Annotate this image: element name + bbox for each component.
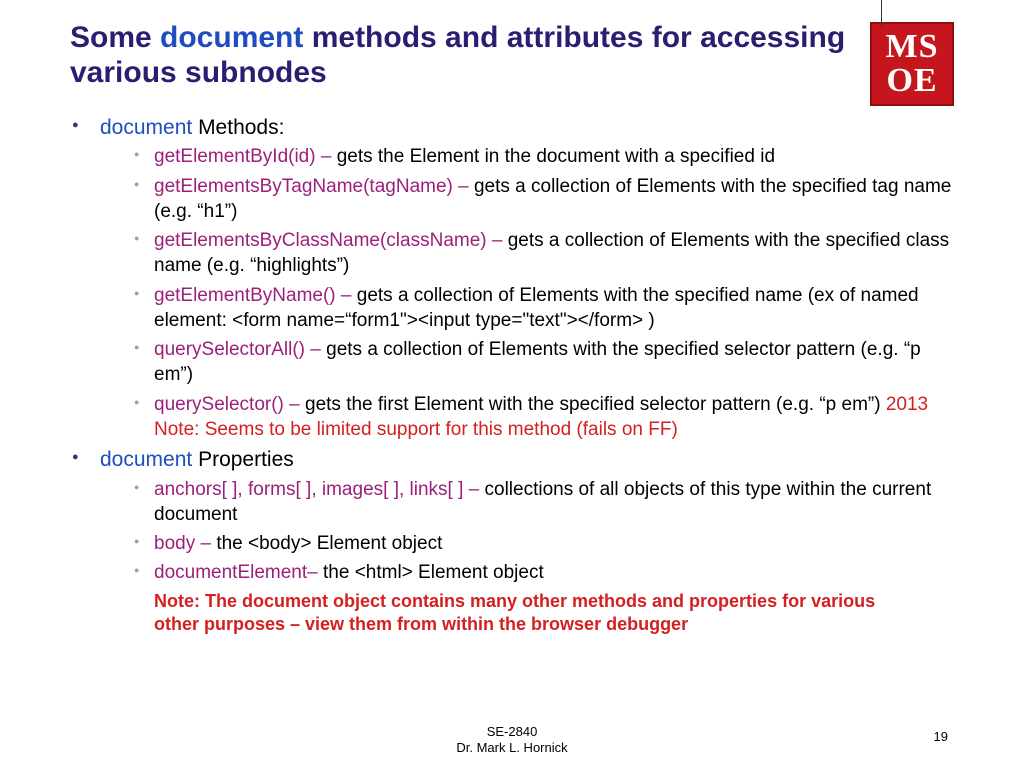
bottom-note: Note: The document object contains many … [154,590,894,636]
property-desc: the <body> Element object [216,533,442,554]
method-code: querySelectorAll() – [154,339,326,360]
method-desc: gets the Element in the document with a … [337,146,775,167]
property-desc: the <html> Element object [323,562,544,583]
method-desc: gets the first Element with the specifie… [305,394,886,415]
page-number: 19 [934,729,948,744]
methods-sublist: getElementById(id) – gets the Element in… [100,144,954,442]
decorative-tick [881,0,882,26]
property-code: body – [154,533,216,554]
list-item: getElementsByTagName(tagName) – gets a c… [100,174,954,225]
footer: SE-2840 Dr. Mark L. Hornick [0,724,1024,757]
slide-title: Some document methods and attributes for… [70,20,866,91]
method-code: getElementById(id) – [154,146,337,167]
list-item: getElementByName() – gets a collection o… [100,283,954,334]
footer-course: SE-2840 [0,724,1024,740]
list-item: getElementById(id) – gets the Element in… [100,144,954,169]
method-code: getElementByName() – [154,285,357,306]
content-list: document Methods: getElementById(id) – g… [70,114,954,586]
logo-line2: OE [886,64,937,98]
section-label: Methods: [192,116,284,139]
title-pre: Some [70,21,160,54]
section-properties: document Properties anchors[ ], forms[ ]… [70,446,954,585]
property-code: anchors[ ], forms[ ], images[ ], links[ … [154,479,485,500]
method-code: getElementsByTagName(tagName) – [154,176,474,197]
section-keyword: document [100,116,192,139]
title-keyword: document [160,21,303,54]
msoe-logo: MS OE [870,22,954,106]
list-item: querySelectorAll() – gets a collection o… [100,337,954,388]
slide: Some document methods and attributes for… [0,0,1024,768]
section-keyword: document [100,448,192,471]
property-code: documentElement– [154,562,323,583]
properties-sublist: anchors[ ], forms[ ], images[ ], links[ … [100,477,954,586]
list-item: documentElement– the <html> Element obje… [100,560,954,585]
list-item: getElementsByClassName(className) – gets… [100,228,954,279]
list-item: body – the <body> Element object [100,531,954,556]
method-code: querySelector() – [154,394,305,415]
list-item: anchors[ ], forms[ ], images[ ], links[ … [100,477,954,528]
list-item: querySelector() – gets the first Element… [100,392,954,443]
title-row: Some document methods and attributes for… [70,20,954,106]
logo-line1: MS [886,30,939,64]
method-code: getElementsByClassName(className) – [154,230,508,251]
footer-author: Dr. Mark L. Hornick [0,740,1024,756]
section-label: Properties [192,448,294,471]
section-methods: document Methods: getElementById(id) – g… [70,114,954,442]
